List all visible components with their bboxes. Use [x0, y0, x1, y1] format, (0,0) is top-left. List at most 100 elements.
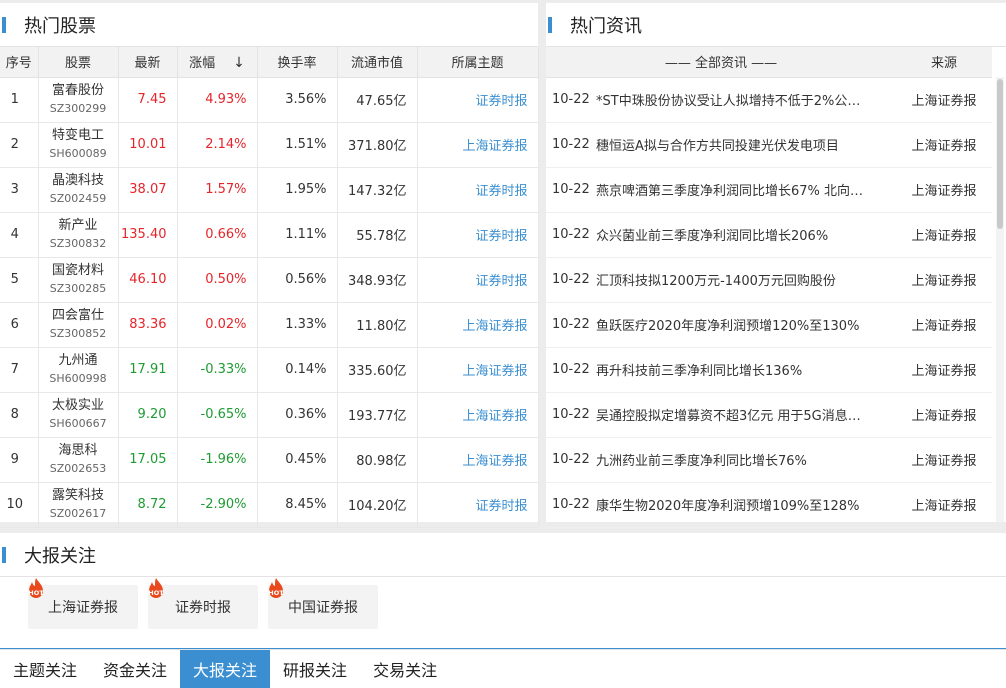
stock-theme-link[interactable]: 上海证券报 — [417, 437, 539, 483]
news-headline-link[interactable]: 鱼跃医疗2020年度净利润预增120%至130% — [596, 302, 897, 348]
stock-name[interactable]: 海思科 — [39, 442, 118, 460]
stock-cell[interactable]: 新产业 SZ300832 — [38, 212, 119, 258]
stock-cell[interactable]: 富春股份 SZ300299 — [38, 77, 119, 123]
stock-change: 4.93% — [177, 77, 258, 123]
col-change[interactable]: 涨幅 ↓ — [177, 47, 258, 78]
col-market-cap[interactable]: 流通市值 — [337, 47, 418, 78]
stock-name[interactable]: 特变电工 — [39, 127, 118, 145]
stock-theme-link[interactable]: 上海证券报 — [417, 392, 539, 438]
table-row[interactable]: 2 特变电工 SH600089 10.01 2.14% 1.51% 371.80亿 上海证券报 — [0, 122, 539, 168]
news-headline-link[interactable]: *ST中珠股份协议受让人拟增持不低于2%公… — [596, 77, 897, 123]
stock-cell[interactable]: 露笑科技 SZ002617 — [38, 482, 119, 528]
tab-item[interactable]: 交易关注 — [360, 650, 450, 688]
news-headline-link[interactable]: 吴通控股拟定增募资不超3亿元 用于5G消息… — [596, 392, 897, 438]
stock-name[interactable]: 国瓷材料 — [39, 262, 118, 280]
table-row[interactable]: 5 国瓷材料 SZ300285 46.10 0.50% 0.56% 348.93亿 证券时报 — [0, 257, 539, 303]
stock-theme-link[interactable]: 证券时报 — [417, 482, 539, 528]
stock-theme-link[interactable]: 上海证券报 — [417, 302, 539, 348]
stock-market-cap: 47.65亿 — [337, 77, 418, 123]
stock-market-cap: 371.80亿 — [337, 122, 418, 168]
sort-desc-icon[interactable]: ↓ — [233, 55, 245, 71]
list-item[interactable]: 10-22 穗恒运A拟与合作方共同投建光伏发电项目 上海证券报 — [546, 122, 993, 168]
stock-name[interactable]: 新产业 — [39, 217, 118, 235]
stock-cell[interactable]: 太极实业 SH600667 — [38, 392, 119, 438]
hot-stocks-body: 1 富春股份 SZ300299 7.45 4.93% 3.56% 47.65亿 证券时报 2 特变… — [0, 77, 539, 528]
stock-name[interactable]: 晶澳科技 — [39, 172, 118, 190]
stock-name[interactable]: 太极实业 — [39, 397, 118, 415]
list-item[interactable]: 10-22 康华生物2020年度净利润预增109%至128% 上海证券报 — [546, 482, 993, 528]
stock-name[interactable]: 富春股份 — [39, 82, 118, 100]
table-row[interactable]: 9 海思科 SZ002653 17.05 -1.96% 0.45% 80.98亿 上海证券报 — [0, 437, 539, 483]
col-index[interactable]: 序号 — [0, 47, 39, 78]
hot-flame-icon: HOT — [148, 578, 164, 598]
news-headline-link[interactable]: 再升科技前三季净利同比增长136% — [596, 347, 897, 393]
stock-cell[interactable]: 海思科 SZ002653 — [38, 437, 119, 483]
list-item[interactable]: 10-22 九洲药业前三季度净利同比增长76% 上海证券报 — [546, 437, 993, 483]
stock-theme-link[interactable]: 上海证券报 — [417, 347, 539, 393]
table-row[interactable]: 8 太极实业 SH600667 9.20 -0.65% 0.36% 193.77亿 上海证券报 — [0, 392, 539, 438]
stock-name[interactable]: 四会富仕 — [39, 307, 118, 325]
tab-item[interactable]: 资金关注 — [90, 650, 180, 688]
news-headline-link[interactable]: 燕京啤酒第三季度净利润同比增长67% 北向… — [596, 167, 897, 213]
stock-price: 17.91 — [118, 347, 178, 393]
stock-cell[interactable]: 国瓷材料 SZ300285 — [38, 257, 119, 303]
col-all-news[interactable]: —— 全部资讯 —— — [546, 47, 897, 78]
news-source: 上海证券报 — [896, 77, 993, 123]
table-row[interactable]: 4 新产业 SZ300832 135.40 0.66% 1.11% 55.78亿 证券时报 — [0, 212, 539, 258]
news-date: 10-22 — [546, 77, 596, 123]
stock-cell[interactable]: 特变电工 SH600089 — [38, 122, 119, 168]
stock-market-cap: 55.78亿 — [337, 212, 418, 258]
stock-theme-link[interactable]: 上海证券报 — [417, 122, 539, 168]
stock-turnover: 0.14% — [257, 347, 338, 393]
stock-theme-link[interactable]: 证券时报 — [417, 77, 539, 123]
paper-tag[interactable]: HOT 上海证券报 — [28, 578, 138, 629]
news-scrollbar-thumb[interactable] — [997, 79, 1003, 229]
news-headline-link[interactable]: 穗恒运A拟与合作方共同投建光伏发电项目 — [596, 122, 897, 168]
stock-market-cap: 193.77亿 — [337, 392, 418, 438]
news-source: 上海证券报 — [896, 257, 993, 303]
list-item[interactable]: 10-22 鱼跃医疗2020年度净利润预增120%至130% 上海证券报 — [546, 302, 993, 348]
col-price[interactable]: 最新 — [118, 47, 178, 78]
list-item[interactable]: 10-22 *ST中珠股份协议受让人拟增持不低于2%公… 上海证券报 — [546, 77, 993, 123]
news-headline-link[interactable]: 汇顶科技拟1200万元-1400万元回购股份 — [596, 257, 897, 303]
tab-item[interactable]: 主题关注 — [0, 650, 90, 688]
table-row[interactable]: 3 晶澳科技 SZ002459 38.07 1.57% 1.95% 147.32亿 证券时报 — [0, 167, 539, 213]
list-item[interactable]: 10-22 燕京啤酒第三季度净利润同比增长67% 北向… 上海证券报 — [546, 167, 993, 213]
table-row[interactable]: 10 露笑科技 SZ002617 8.72 -2.90% 8.45% 104.20亿 证券时报 — [0, 482, 539, 528]
list-item[interactable]: 10-22 汇顶科技拟1200万元-1400万元回购股份 上海证券报 — [546, 257, 993, 303]
col-theme[interactable]: 所属主题 — [417, 47, 539, 78]
news-headline-link[interactable]: 九洲药业前三季度净利同比增长76% — [596, 437, 897, 483]
list-item[interactable]: 10-22 再升科技前三季净利同比增长136% 上海证券报 — [546, 347, 993, 393]
stock-change: -0.33% — [177, 347, 258, 393]
stock-name[interactable]: 露笑科技 — [39, 487, 118, 505]
news-headline-link[interactable]: 康华生物2020年度净利润预增109%至128% — [596, 482, 897, 528]
tab-item[interactable]: 研报关注 — [270, 650, 360, 688]
stock-name[interactable]: 九州通 — [39, 352, 118, 370]
stock-index: 2 — [0, 122, 39, 168]
stock-market-cap: 335.60亿 — [337, 347, 418, 393]
col-stock[interactable]: 股票 — [38, 47, 119, 78]
col-turnover[interactable]: 换手率 — [257, 47, 338, 78]
table-row[interactable]: 6 四会富仕 SZ300852 83.36 0.02% 1.33% 11.80亿 上海证券报 — [0, 302, 539, 348]
news-scrollbar[interactable] — [996, 77, 1004, 522]
table-row[interactable]: 1 富春股份 SZ300299 7.45 4.93% 3.56% 47.65亿 证券时报 — [0, 77, 539, 123]
stock-cell[interactable]: 四会富仕 SZ300852 — [38, 302, 119, 348]
paper-focus-title: 大报关注 — [24, 545, 96, 567]
stock-cell[interactable]: 晶澳科技 SZ002459 — [38, 167, 119, 213]
stock-theme-link[interactable]: 证券时报 — [417, 167, 539, 213]
paper-tag[interactable]: HOT 证券时报 — [148, 578, 258, 629]
hot-flame-icon: HOT — [268, 578, 284, 598]
stock-price: 9.20 — [118, 392, 178, 438]
list-item[interactable]: 10-22 众兴菌业前三季度净利润同比增长206% 上海证券报 — [546, 212, 993, 258]
news-headline-link[interactable]: 众兴菌业前三季度净利润同比增长206% — [596, 212, 897, 258]
table-row[interactable]: 7 九州通 SH600998 17.91 -0.33% 0.14% 335.60亿 上海证券报 — [0, 347, 539, 393]
stock-theme-link[interactable]: 证券时报 — [417, 257, 539, 303]
tab-item[interactable]: 大报关注 — [180, 650, 271, 688]
paper-tag[interactable]: HOT 中国证券报 — [268, 578, 378, 629]
stock-theme-link[interactable]: 证券时报 — [417, 212, 539, 258]
hot-news-panel: 热门资讯 —— 全部资讯 —— 来源 10-22 *ST中珠股份协议受让人拟增持不… — [546, 3, 1006, 528]
stock-cell[interactable]: 九州通 SH600998 — [38, 347, 119, 393]
news-header-row: —— 全部资讯 —— 来源 — [546, 47, 993, 78]
title-accent-bar — [2, 16, 6, 33]
list-item[interactable]: 10-22 吴通控股拟定增募资不超3亿元 用于5G消息… 上海证券报 — [546, 392, 993, 438]
